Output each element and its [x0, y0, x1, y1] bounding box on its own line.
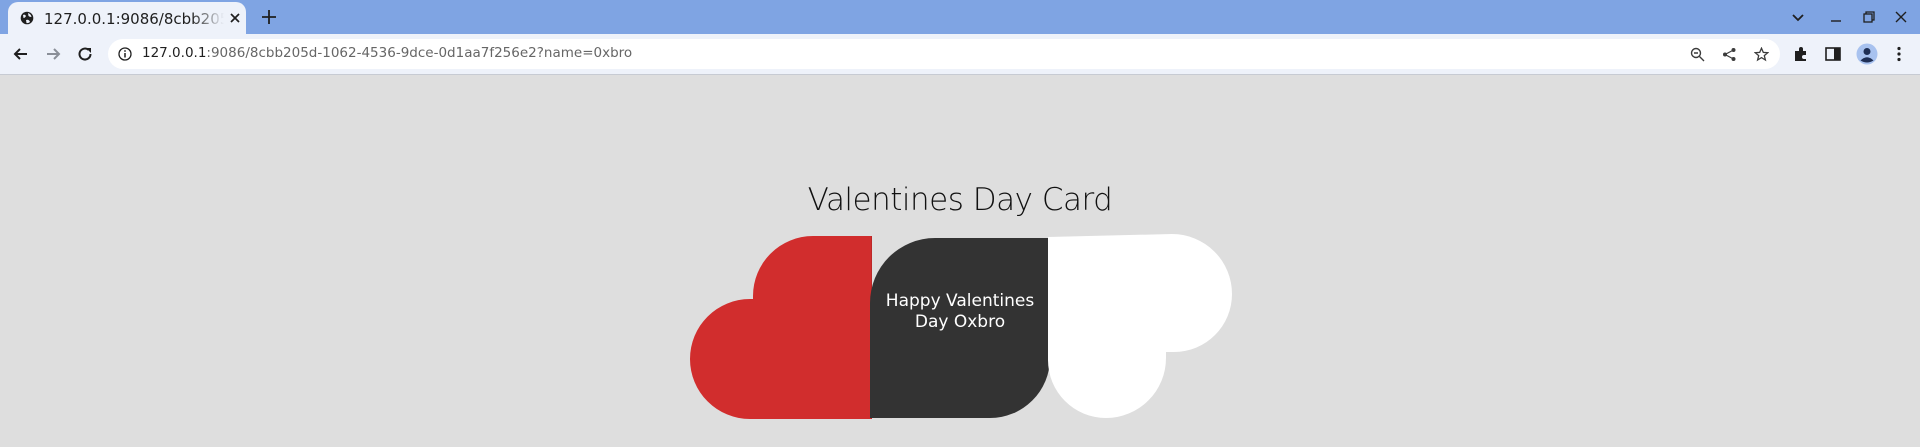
reload-icon[interactable]	[75, 44, 95, 64]
card-message: Happy Valentines Day Oxbro	[870, 291, 1050, 333]
page-title: Valentines Day Card	[807, 182, 1113, 218]
back-arrow-icon[interactable]	[11, 44, 31, 64]
kebab-menu-icon[interactable]	[1890, 45, 1908, 63]
address-bar[interactable]: 127.0.0.1:9086/8cbb205d-1062-4536-9dce-0…	[108, 39, 1780, 69]
tab-title: 127.0.0.1:9086/8cbb205d-1062-4536-9dce-0…	[44, 10, 224, 28]
url-host: 127.0.0.1	[142, 45, 207, 61]
new-tab-icon[interactable]	[260, 8, 278, 26]
chevron-down-icon[interactable]	[1790, 9, 1806, 25]
zoom-icon[interactable]	[1690, 47, 1705, 62]
heart-left-panel	[690, 236, 872, 419]
url-text: 127.0.0.1:9086/8cbb205d-1062-4536-9dce-0…	[142, 45, 632, 61]
heart-left-shape	[690, 236, 872, 419]
restore-icon[interactable]	[1861, 9, 1877, 25]
info-icon[interactable]	[118, 47, 132, 61]
extensions-icon[interactable]	[1792, 45, 1810, 63]
share-icon[interactable]	[1722, 47, 1737, 62]
minimize-icon[interactable]	[1828, 9, 1844, 25]
message-panel: Happy Valentines Day Oxbro	[870, 238, 1050, 418]
browser-tab[interactable]: 127.0.0.1:9086/8cbb205d-1062-4536-9dce-0…	[8, 2, 246, 34]
url-path: :9086/8cbb205d-1062-4536-9dce-0d1aa7f256…	[206, 45, 633, 61]
profile-avatar-icon[interactable]	[1856, 43, 1878, 65]
globe-icon	[20, 11, 34, 25]
window-close-icon[interactable]	[1893, 9, 1909, 25]
tab-strip: 127.0.0.1:9086/8cbb205d-1062-4536-9dce-0…	[0, 0, 1920, 34]
close-icon[interactable]	[228, 11, 242, 25]
side-panel-icon[interactable]	[1824, 45, 1842, 63]
forward-arrow-icon[interactable]	[43, 44, 63, 64]
heart-right-panel	[1048, 234, 1232, 418]
message-line-2: Day Oxbro	[914, 312, 1006, 332]
message-line-1: Happy Valentines	[885, 291, 1035, 311]
star-icon[interactable]	[1754, 47, 1769, 62]
browser-toolbar: 127.0.0.1:9086/8cbb205d-1062-4536-9dce-0…	[0, 34, 1920, 75]
heart-right-shape	[1048, 234, 1232, 418]
